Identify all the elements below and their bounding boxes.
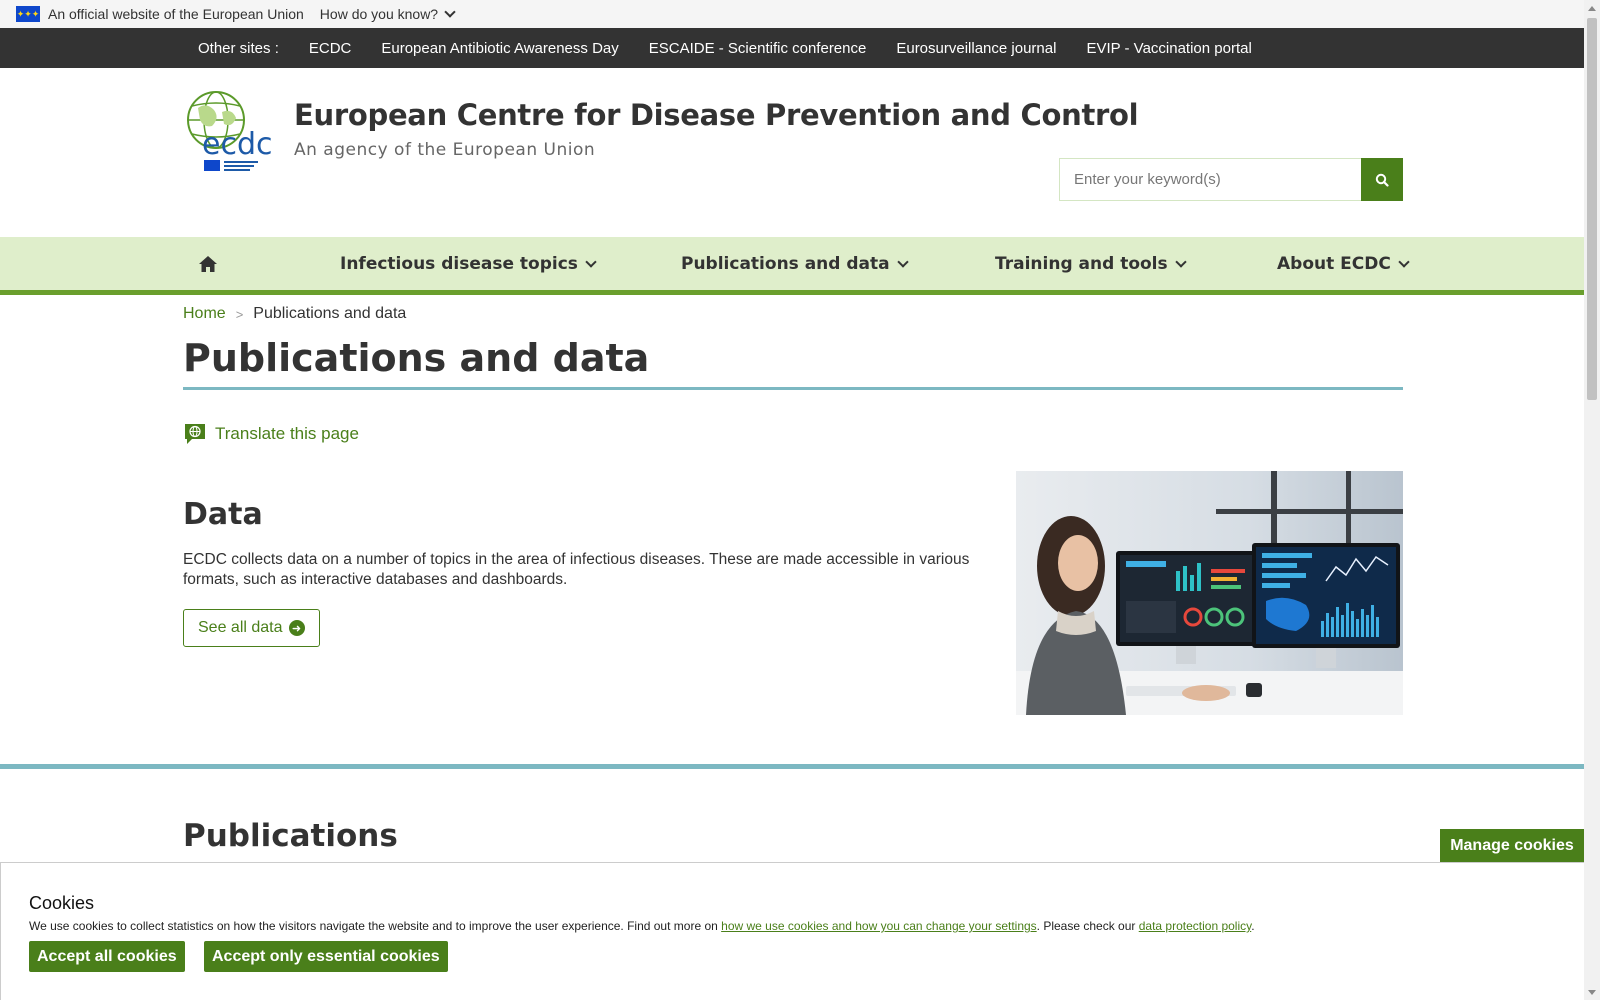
nav-home[interactable] [198,237,218,290]
see-all-data-button[interactable]: See all data ➜ [183,609,320,647]
scroll-thumb[interactable] [1587,18,1597,400]
home-icon [199,255,217,272]
nav-about-ecdc[interactable]: About ECDC [1277,237,1410,290]
see-all-data-label: See all data [198,619,283,636]
scroll-up-button[interactable] [1584,0,1600,16]
nav-label: Infectious disease topics [340,253,578,274]
data-dashboard-image [1016,471,1403,715]
nav-label: About ECDC [1277,253,1391,274]
eu-official-text: An official website of the European Unio… [48,6,304,22]
translate-page-link[interactable]: Translate this page [183,422,359,446]
breadcrumb-separator: > [235,306,244,322]
arrow-up-icon [1588,5,1596,11]
chevron-down-icon [444,6,456,18]
chevron-down-icon [585,256,597,268]
other-sites-bar: Other sites : ECDC European Antibiotic A… [0,28,1584,68]
title-divider [183,387,1403,390]
cookie-banner: Cookies We use cookies to collect statis… [0,862,1584,1000]
page: ✦✦✦ An official website of the European … [0,0,1584,1000]
section-divider [0,764,1584,769]
chevron-down-icon [1174,256,1187,268]
scroll-down-button[interactable] [1584,984,1600,1000]
data-section-text: ECDC collects data on a number of topics… [183,551,970,588]
how-do-you-know-label: How do you know? [319,6,439,22]
site-title[interactable]: European Centre for Disease Prevention a… [294,98,1139,132]
cookie-text-end: . [1251,919,1255,933]
nav-publications-and-data[interactable]: Publications and data [681,237,909,290]
arrow-right-circle-icon: ➜ [288,620,305,636]
nav-label: Publications and data [681,253,890,274]
search-input[interactable] [1059,158,1361,201]
other-site-link-eurosurveillance[interactable]: Eurosurveillance journal [896,40,1056,57]
search-icon [1375,173,1389,187]
search-button[interactable] [1361,158,1403,201]
site-header: ecdc European Centre for Disease Prevent… [0,68,1584,237]
cookie-settings-link[interactable]: how we use cookies and how you can chang… [721,919,1037,933]
other-site-link-evip[interactable]: EVIP - Vaccination portal [1086,40,1251,57]
arrow-down-icon [1588,989,1596,995]
nav-training-and-tools[interactable]: Training and tools [995,237,1187,290]
nav-infectious-disease-topics[interactable]: Infectious disease topics [340,237,597,290]
breadcrumb-home-link[interactable]: Home [183,305,226,323]
chevron-down-icon [896,256,909,268]
chevron-down-icon [1398,256,1410,268]
cookie-banner-title: Cookies [29,893,95,913]
accept-all-cookies-button[interactable]: Accept all cookies [29,941,185,972]
nav-label: Training and tools [995,253,1168,274]
search-form [1059,158,1403,201]
accept-essential-cookies-button[interactable]: Accept only essential cookies [204,941,448,972]
translate-label: Translate this page [215,424,359,443]
breadcrumb-current: Publications and data [253,305,407,322]
other-site-link-ecdc[interactable]: ECDC [309,40,352,57]
cookie-text-middle: . Please check our [1036,919,1139,933]
page-title: Publications and data [183,336,650,380]
eu-flag-icon: ✦✦✦ [16,6,40,22]
other-site-link-eaad[interactable]: European Antibiotic Awareness Day [381,40,618,57]
eu-banner: ✦✦✦ An official website of the European … [0,0,1584,28]
publications-section-title: Publications [183,818,398,854]
breadcrumb: Home > Publications and data [183,305,406,323]
vertical-scrollbar[interactable] [1584,0,1600,1000]
cookie-banner-text: We use cookies to collect statistics on … [29,919,1255,933]
ecdc-logo[interactable]: ecdc [184,88,284,178]
svg-text:ecdc: ecdc [202,127,273,162]
other-site-link-escaide[interactable]: ESCAIDE - Scientific conference [649,40,867,57]
site-subtitle: An agency of the European Union [294,140,596,160]
other-sites-label: Other sites : [198,39,279,57]
cookie-text-intro: We use cookies to collect statistics on … [29,919,722,933]
data-section-title: Data [183,497,263,532]
how-do-you-know-toggle[interactable]: How do you know? [319,6,456,22]
data-protection-policy-link[interactable]: data protection policy [1139,919,1252,933]
translate-globe-icon [185,424,205,444]
manage-cookies-button[interactable]: Manage cookies [1440,829,1584,862]
main-nav: Infectious disease topics Publications a… [0,237,1584,295]
